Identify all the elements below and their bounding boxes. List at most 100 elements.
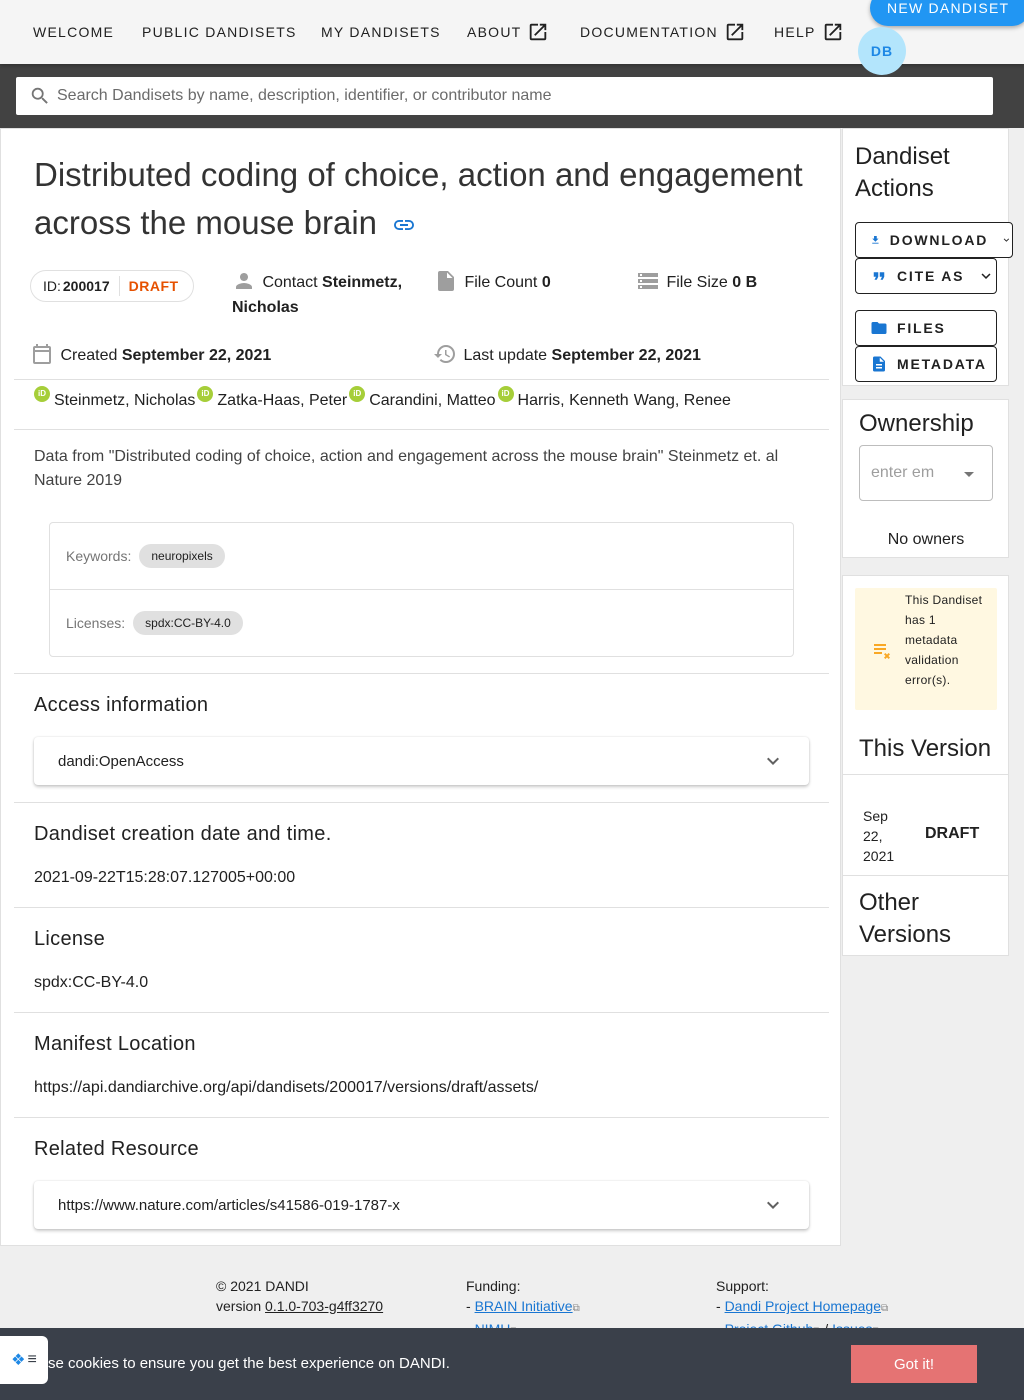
nav-my-dandisets-label: MY DANDISETS bbox=[321, 24, 441, 40]
file-size: File Size 0 B bbox=[636, 269, 757, 295]
nav-documentation[interactable]: DOCUMENTATION bbox=[580, 22, 746, 42]
brain-initiative-link[interactable]: BRAIN Initiative bbox=[475, 1298, 573, 1314]
cookie-consent-bar: ❖ ≡ se cookies to ensure you get the best… bbox=[0, 1328, 1024, 1400]
divider bbox=[14, 1012, 829, 1013]
creation-date-value: 2021-09-22T15:28:07.127005+00:00 bbox=[34, 869, 296, 886]
actions-title: Dandiset Actions bbox=[855, 141, 950, 205]
validation-warning[interactable]: This Dandiset has 1 metadata validation … bbox=[855, 588, 997, 710]
contributor-list: iD Steinmetz, Nicholas iD Zatka-Haas, Pete… bbox=[34, 386, 731, 410]
external-link-icon: ⧉ bbox=[880, 1303, 889, 1314]
search-bar-container bbox=[0, 64, 1024, 128]
got-it-button[interactable]: Got it! bbox=[851, 1345, 977, 1383]
chip-divider bbox=[118, 276, 120, 296]
contributor-name: Wang, Renee bbox=[633, 392, 731, 409]
cookie-message: se cookies to ensure you get the best ex… bbox=[48, 1355, 450, 1372]
accessibility-widget[interactable]: ❖ ≡ bbox=[0, 1336, 48, 1384]
metadata-button[interactable]: METADATA bbox=[855, 346, 997, 382]
updated-label: Last update bbox=[463, 347, 548, 364]
contributor-name: Harris, Kenneth bbox=[517, 392, 629, 409]
person-icon bbox=[236, 273, 252, 289]
cite-as-button[interactable]: CITE AS bbox=[855, 258, 997, 294]
external-link-icon: ⧉ bbox=[572, 1303, 580, 1314]
nav-my-dandisets[interactable]: MY DANDISETS bbox=[321, 22, 441, 42]
nav-help[interactable]: HELP bbox=[774, 22, 844, 42]
license-heading: License bbox=[34, 928, 106, 950]
contact-name: Steinmetz, Nicholas bbox=[232, 274, 403, 316]
keywords-row: Keywords: neuropixels bbox=[66, 544, 225, 568]
divider bbox=[14, 673, 829, 674]
file-count: File Count 0 bbox=[434, 269, 551, 295]
manifest-value: https://api.dandiarchive.org/api/dandise… bbox=[34, 1079, 539, 1096]
ownership-card: Ownership enter em No owners bbox=[842, 399, 1009, 558]
nav-help-label: HELP bbox=[774, 24, 816, 40]
nav-welcome[interactable]: WELCOME bbox=[33, 22, 114, 42]
contributor-name: Steinmetz, Nicholas bbox=[54, 392, 196, 409]
contact-label: Contact bbox=[262, 274, 318, 291]
footer-copyright-block: © 2021 DANDI version 0.1.0-703-g4ff3270 bbox=[216, 1276, 383, 1316]
this-version-title: This Version bbox=[859, 735, 992, 762]
access-value: dandi:OpenAccess bbox=[58, 752, 184, 770]
menu-icon: ≡ bbox=[27, 1351, 37, 1368]
folder-icon bbox=[871, 322, 887, 334]
history-icon bbox=[434, 345, 455, 363]
divider bbox=[843, 875, 1009, 876]
orcid-icon[interactable]: iD bbox=[349, 386, 366, 402]
status-badge: DRAFT bbox=[128, 278, 179, 294]
user-avatar[interactable]: DB bbox=[858, 27, 906, 75]
related-resource-heading: Related Resource bbox=[34, 1138, 199, 1160]
quote-icon bbox=[873, 272, 885, 280]
versions-card: This Dandiset has 1 metadata validation … bbox=[842, 575, 1009, 956]
calendar-icon bbox=[33, 344, 51, 364]
download-button[interactable]: DOWNLOAD bbox=[855, 222, 1013, 258]
ownership-title: Ownership bbox=[859, 410, 974, 437]
version-line: version 0.1.0-703-g4ff3270 bbox=[216, 1296, 383, 1316]
validation-warning-text: This Dandiset has 1 metadata validation … bbox=[905, 593, 983, 687]
search-icon bbox=[31, 87, 48, 104]
cite-as-label: CITE AS bbox=[897, 268, 965, 284]
version-link[interactable]: 0.1.0-703-g4ff3270 bbox=[265, 1298, 383, 1314]
version-label: version bbox=[216, 1298, 262, 1314]
nav-public-dandisets[interactable]: PUBLIC DANDISETS bbox=[142, 22, 297, 42]
created-date: Created September 22, 2021 bbox=[30, 342, 271, 368]
top-navigation: WELCOME PUBLIC DANDISETS MY DANDISETS AB… bbox=[0, 0, 1024, 75]
orcid-icon[interactable]: iD bbox=[197, 386, 214, 402]
chevron-down-icon bbox=[767, 1201, 779, 1209]
owner-select-placeholder: enter em bbox=[871, 464, 935, 481]
created-value: September 22, 2021 bbox=[121, 347, 272, 364]
orcid-icon[interactable]: iD bbox=[497, 386, 514, 402]
nav-about[interactable]: ABOUT bbox=[467, 22, 549, 42]
files-button[interactable]: FILES bbox=[855, 310, 997, 346]
orcid-icon[interactable]: iD bbox=[34, 386, 50, 402]
link-icon[interactable] bbox=[392, 213, 416, 237]
other-versions-title: Other Versions bbox=[859, 887, 951, 951]
access-info-expander[interactable]: dandi:OpenAccess bbox=[34, 737, 809, 785]
new-dandiset-button[interactable]: NEW DANDISET bbox=[870, 0, 1024, 26]
manifest-heading: Manifest Location bbox=[34, 1033, 196, 1055]
divider bbox=[14, 379, 829, 380]
created-label: Created bbox=[60, 347, 118, 364]
dandiset-id: 200017 bbox=[62, 278, 110, 294]
dandiset-id-chip: ID: 200017 DRAFT bbox=[30, 270, 194, 302]
external-link-icon bbox=[824, 23, 841, 41]
contributor-name: Carandini, Matteo bbox=[369, 392, 496, 409]
dandiset-main-card: Distributed coding of choice, action and… bbox=[0, 128, 841, 1246]
other-versions-line2: Versions bbox=[859, 921, 952, 948]
divider bbox=[14, 802, 829, 803]
file-count-value: 0 bbox=[541, 274, 551, 291]
related-resource-value: https://www.nature.com/articles/s41586-0… bbox=[58, 1196, 400, 1214]
chevron-down-icon bbox=[981, 273, 991, 279]
version-name[interactable]: DRAFT bbox=[925, 825, 979, 843]
owner-select[interactable]: enter em bbox=[859, 445, 993, 501]
dandiset-title-text: Distributed coding of choice, action and… bbox=[34, 156, 803, 241]
search-input[interactable] bbox=[57, 87, 957, 105]
dropdown-caret-icon bbox=[964, 472, 974, 477]
project-homepage-link[interactable]: Dandi Project Homepage bbox=[725, 1298, 881, 1314]
related-resource-expander[interactable]: https://www.nature.com/articles/s41586-0… bbox=[34, 1181, 809, 1229]
nav-documentation-label: DOCUMENTATION bbox=[580, 24, 718, 40]
divider bbox=[14, 907, 829, 908]
files-label: FILES bbox=[897, 320, 946, 336]
copyright-text: © 2021 DANDI bbox=[216, 1278, 309, 1294]
licenses-row: Licenses: spdx:CC-BY-4.0 bbox=[66, 611, 243, 635]
file-size-label: File Size bbox=[666, 274, 728, 291]
storage-icon bbox=[638, 273, 658, 289]
